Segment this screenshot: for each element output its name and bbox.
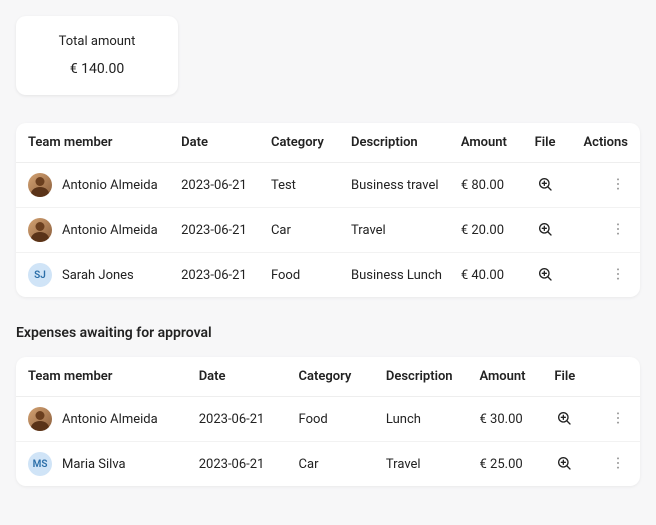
cell-category: Food	[263, 253, 343, 298]
more-actions-icon[interactable]	[608, 453, 628, 473]
cell-description: Business Lunch	[343, 253, 453, 298]
header-amount: Amount	[453, 123, 527, 163]
more-actions-icon[interactable]	[608, 219, 628, 239]
table-row: Antonio Almeida 2023-06-21 Car Travel € …	[16, 208, 640, 253]
avatar: MS	[28, 452, 52, 476]
cell-category: Test	[263, 163, 343, 208]
member-cell: Antonio Almeida	[28, 407, 183, 431]
cell-description: Travel	[378, 442, 472, 487]
cell-date: 2023-06-21	[191, 397, 291, 442]
avatar	[28, 218, 52, 242]
total-amount-card: Total amount € 140.00	[16, 16, 178, 95]
cell-date: 2023-06-21	[173, 163, 263, 208]
total-amount-value: € 140.00	[28, 61, 166, 77]
cell-category: Car	[291, 442, 378, 487]
expenses-table-card: Team member Date Category Description Am…	[16, 123, 640, 297]
zoom-in-icon[interactable]	[554, 408, 574, 428]
cell-description: Travel	[343, 208, 453, 253]
zoom-in-icon[interactable]	[535, 264, 555, 284]
more-actions-icon[interactable]	[608, 174, 628, 194]
cell-amount: € 25.00	[472, 442, 547, 487]
header-team-member: Team member	[16, 357, 191, 397]
more-actions-icon[interactable]	[608, 264, 628, 284]
avatar	[28, 407, 52, 431]
cell-category: Food	[291, 397, 378, 442]
cell-amount: € 40.00	[453, 253, 527, 298]
avatar	[28, 173, 52, 197]
header-file: File	[527, 123, 576, 163]
zoom-in-icon[interactable]	[535, 174, 555, 194]
section-title-awaiting-approval: Expenses awaiting for approval	[16, 325, 640, 341]
expenses-table: Team member Date Category Description Am…	[16, 123, 640, 297]
header-actions: Actions	[575, 123, 640, 163]
header-description: Description	[378, 357, 472, 397]
member-cell: MS Maria Silva	[28, 452, 183, 476]
header-category: Category	[263, 123, 343, 163]
header-date: Date	[173, 123, 263, 163]
cell-amount: € 30.00	[472, 397, 547, 442]
member-cell: SJ Sarah Jones	[28, 263, 165, 287]
cell-date: 2023-06-21	[173, 253, 263, 298]
table-row: SJ Sarah Jones 2023-06-21 Food Business …	[16, 253, 640, 298]
header-actions-blank	[596, 357, 640, 397]
member-name: Sarah Jones	[62, 268, 134, 283]
awaiting-approval-table: Team member Date Category Description Am…	[16, 357, 640, 486]
header-amount: Amount	[472, 357, 547, 397]
cell-description: Lunch	[378, 397, 472, 442]
avatar: SJ	[28, 263, 52, 287]
zoom-in-icon[interactable]	[554, 453, 574, 473]
header-category: Category	[291, 357, 378, 397]
cell-description: Business travel	[343, 163, 453, 208]
member-name: Antonio Almeida	[62, 178, 158, 193]
cell-date: 2023-06-21	[173, 208, 263, 253]
cell-amount: € 80.00	[453, 163, 527, 208]
member-name: Antonio Almeida	[62, 412, 158, 427]
cell-date: 2023-06-21	[191, 442, 291, 487]
cell-category: Car	[263, 208, 343, 253]
table-row: Antonio Almeida 2023-06-21 Food Lunch € …	[16, 397, 640, 442]
table-row: Antonio Almeida 2023-06-21 Test Business…	[16, 163, 640, 208]
header-team-member: Team member	[16, 123, 173, 163]
cell-amount: € 20.00	[453, 208, 527, 253]
zoom-in-icon[interactable]	[535, 219, 555, 239]
member-name: Maria Silva	[62, 457, 126, 472]
more-actions-icon[interactable]	[608, 408, 628, 428]
awaiting-approval-table-card: Team member Date Category Description Am…	[16, 357, 640, 486]
total-amount-label: Total amount	[28, 34, 166, 49]
table-row: MS Maria Silva 2023-06-21 Car Travel € 2…	[16, 442, 640, 487]
header-date: Date	[191, 357, 291, 397]
member-name: Antonio Almeida	[62, 223, 158, 238]
header-file: File	[546, 357, 596, 397]
member-cell: Antonio Almeida	[28, 218, 165, 242]
member-cell: Antonio Almeida	[28, 173, 165, 197]
header-description: Description	[343, 123, 453, 163]
